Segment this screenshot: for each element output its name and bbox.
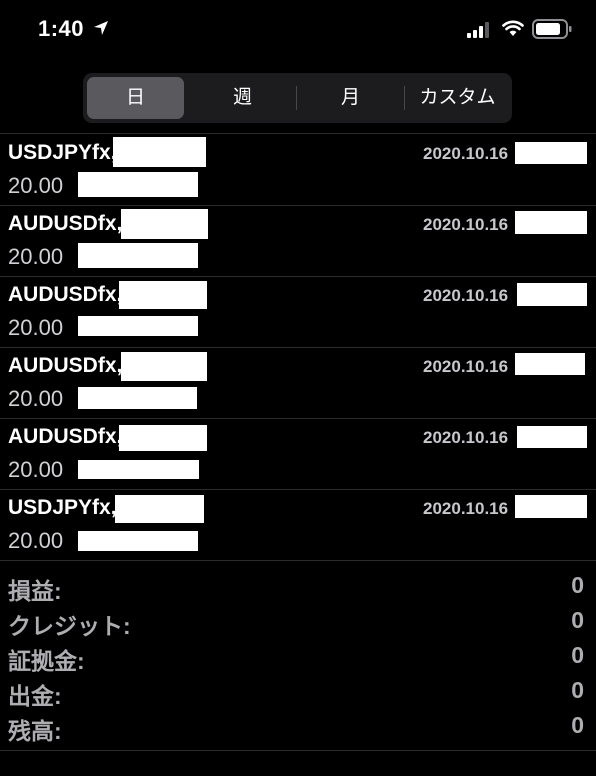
redacted-block: [119, 425, 207, 451]
trade-symbol: USDJPYfx,: [8, 141, 117, 164]
tab-month[interactable]: 月: [300, 77, 401, 119]
trade-date: 2020.10.16: [423, 499, 509, 518]
segment-divider: [296, 86, 297, 110]
summary-row-credit: クレジット: 0: [0, 605, 596, 639]
trade-symbol: AUDUSDfx,: [8, 212, 123, 235]
redacted-block: [115, 495, 204, 523]
trade-row[interactable]: USDJPYfx, 2020.10.16 20.00: [0, 134, 596, 206]
redacted-block: [78, 243, 198, 268]
trade-date: 2020.10.16: [423, 357, 509, 376]
trade-volume: 20.00: [8, 315, 64, 340]
summary-value: 0: [571, 607, 584, 633]
summary-label: クレジット:: [8, 613, 131, 639]
trade-row[interactable]: USDJPYfx, 2020.10.16 20.00: [0, 489, 596, 561]
segment-divider: [404, 86, 405, 110]
trade-symbol: AUDUSDfx,: [8, 354, 123, 377]
trade-volume: 20.00: [8, 244, 64, 269]
tab-day[interactable]: 日: [87, 77, 184, 119]
summary-label: 出金:: [8, 683, 62, 709]
period-segmented-control: 日 週 月 カスタム: [83, 73, 512, 123]
redacted-block: [517, 283, 587, 306]
redacted-block: [515, 142, 587, 164]
redacted-block: [517, 426, 587, 448]
trade-date: 2020.10.16: [423, 286, 509, 305]
tab-week[interactable]: 週: [192, 77, 293, 119]
status-time: 1:40: [38, 16, 85, 41]
redacted-block: [113, 137, 206, 167]
redacted-block: [78, 531, 198, 551]
trade-volume: 20.00: [8, 457, 64, 482]
redacted-block: [121, 352, 207, 381]
redacted-block: [78, 460, 199, 479]
summary-row-profit: 損益: 0: [0, 570, 596, 604]
trade-symbol: AUDUSDfx,: [8, 283, 123, 306]
summary-label: 損益:: [8, 578, 62, 604]
battery-icon: [532, 19, 572, 39]
summary-row-deposit: 証拠金: 0: [0, 640, 596, 674]
cellular-signal-icon: [467, 22, 489, 38]
location-arrow-icon: [94, 21, 108, 35]
summary-value: 0: [571, 642, 584, 668]
status-bar: 1:40: [0, 0, 596, 62]
trade-date: 2020.10.16: [423, 428, 509, 447]
trade-symbol: AUDUSDfx,: [8, 425, 123, 448]
summary-label: 証拠金:: [8, 648, 85, 674]
trade-row[interactable]: AUDUSDfx, 2020.10.16 20.00: [0, 418, 596, 490]
summary-row-withdrawal: 出金: 0: [0, 675, 596, 709]
trade-date: 2020.10.16: [423, 215, 509, 234]
trade-date: 2020.10.16: [423, 144, 509, 163]
redacted-block: [515, 211, 587, 234]
trade-row[interactable]: AUDUSDfx, 2020.10.16 20.00: [0, 347, 596, 419]
redacted-block: [78, 172, 198, 197]
wifi-icon: [502, 20, 524, 36]
redacted-block: [78, 387, 197, 409]
trade-volume: 20.00: [8, 528, 64, 553]
summary-label: 残高:: [8, 718, 62, 744]
summary-bottom-divider: [0, 750, 596, 751]
trade-symbol: USDJPYfx,: [8, 496, 117, 519]
summary-value: 0: [571, 572, 584, 598]
trade-volume: 20.00: [8, 386, 64, 411]
redacted-block: [78, 316, 198, 336]
summary-value: 0: [571, 712, 584, 738]
trade-volume: 20.00: [8, 173, 64, 198]
redacted-block: [515, 495, 587, 518]
tab-custom[interactable]: カスタム: [407, 77, 508, 119]
trade-row[interactable]: AUDUSDfx, 2020.10.16 20.00: [0, 205, 596, 277]
redacted-block: [515, 353, 585, 375]
trade-row[interactable]: AUDUSDfx, 2020.10.16 20.00: [0, 276, 596, 348]
summary-row-balance: 残高: 0: [0, 710, 596, 744]
redacted-block: [121, 209, 208, 239]
redacted-block: [119, 281, 207, 309]
summary-value: 0: [571, 677, 584, 703]
